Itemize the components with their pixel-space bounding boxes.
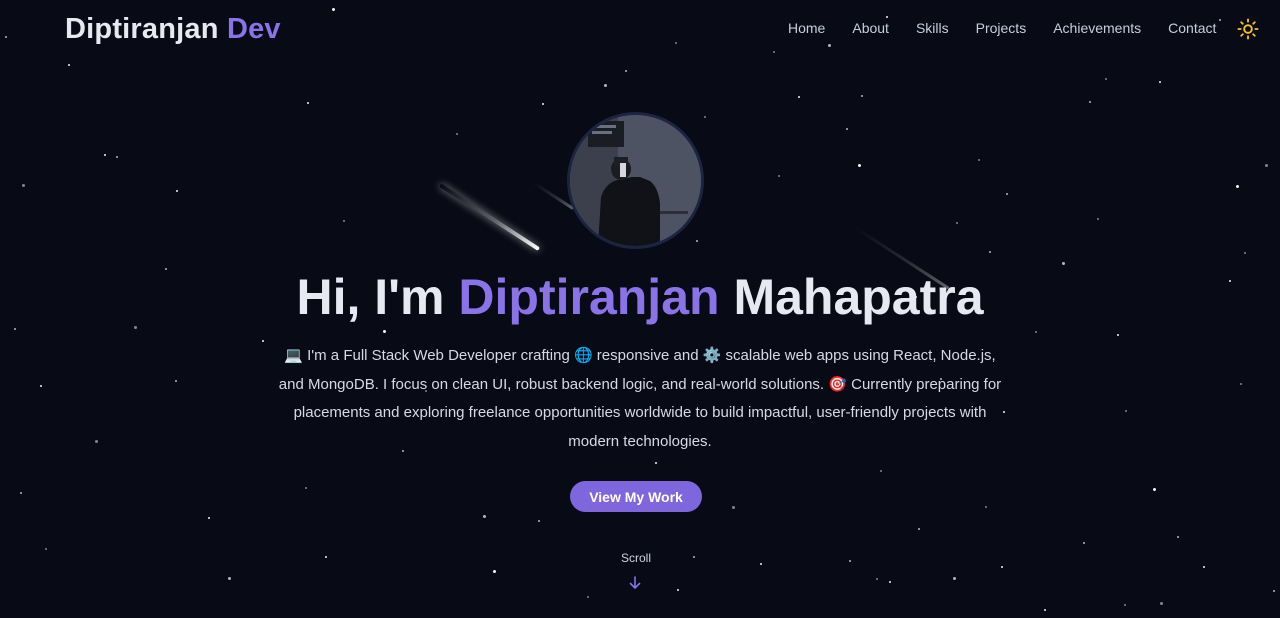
- nav-achievements[interactable]: Achievements: [1053, 20, 1141, 36]
- nav-projects[interactable]: Projects: [976, 20, 1027, 36]
- shooting-star: [438, 183, 541, 251]
- star: [228, 577, 231, 580]
- star: [325, 556, 327, 558]
- star: [175, 380, 177, 382]
- star: [760, 563, 762, 565]
- star: [655, 462, 657, 464]
- star: [176, 190, 178, 192]
- star: [95, 440, 98, 443]
- nav-about[interactable]: About: [852, 20, 889, 36]
- view-my-work-button[interactable]: View My Work: [570, 481, 702, 512]
- hero-title-first-name: Diptiranjan: [458, 269, 720, 325]
- star: [134, 326, 137, 329]
- star: [778, 175, 780, 177]
- star: [1001, 566, 1003, 568]
- star: [1265, 164, 1268, 167]
- star: [456, 133, 458, 135]
- star: [978, 159, 980, 161]
- star: [68, 64, 70, 66]
- star: [798, 96, 800, 98]
- nav-home[interactable]: Home: [788, 20, 825, 36]
- star: [305, 487, 307, 489]
- star: [880, 470, 882, 472]
- star: [849, 560, 851, 562]
- star: [704, 116, 706, 118]
- star: [1160, 602, 1163, 605]
- star: [625, 70, 627, 72]
- star: [538, 520, 540, 522]
- star: [861, 95, 863, 97]
- star: [1035, 331, 1037, 333]
- star: [1089, 101, 1091, 103]
- nav-skills[interactable]: Skills: [916, 20, 949, 36]
- star: [542, 103, 544, 105]
- star: [1097, 218, 1099, 220]
- star: [876, 578, 878, 580]
- star: [1083, 542, 1085, 544]
- star: [858, 164, 861, 167]
- star: [104, 154, 106, 156]
- star: [956, 222, 958, 224]
- site-header: Diptiranjan Dev Home About Skills Projec…: [0, 0, 1280, 62]
- star: [307, 102, 309, 104]
- star: [1153, 488, 1156, 491]
- profile-avatar: [567, 112, 704, 249]
- star: [1203, 566, 1205, 568]
- star: [1062, 262, 1065, 265]
- nav-contact[interactable]: Contact: [1168, 20, 1216, 36]
- star: [846, 128, 848, 130]
- logo-accent: Dev: [226, 13, 281, 45]
- star: [1159, 81, 1161, 83]
- hero-description: 💻 I'm a Full Stack Web Developer craftin…: [278, 347, 1002, 450]
- star: [1117, 334, 1119, 336]
- star: [493, 570, 496, 573]
- star: [343, 220, 345, 222]
- scroll-indicator[interactable]: Scroll: [600, 551, 672, 565]
- theme-toggle-button[interactable]: [1236, 17, 1260, 41]
- star: [918, 528, 920, 530]
- profile-photo: [570, 115, 701, 246]
- star: [604, 84, 607, 87]
- star: [677, 589, 679, 591]
- star: [1044, 609, 1046, 611]
- star: [208, 517, 210, 519]
- star: [40, 385, 42, 387]
- star: [1240, 383, 1242, 385]
- star: [262, 340, 264, 342]
- star: [483, 515, 486, 518]
- star: [1177, 536, 1179, 538]
- site-logo[interactable]: Diptiranjan Dev: [65, 13, 281, 46]
- star: [20, 492, 22, 494]
- star: [989, 251, 991, 253]
- star: [693, 556, 695, 558]
- star: [587, 596, 589, 598]
- star: [696, 240, 698, 242]
- star: [953, 577, 956, 580]
- star: [1244, 252, 1246, 254]
- star: [22, 184, 25, 187]
- star: [383, 330, 386, 333]
- star: [1105, 78, 1107, 80]
- star: [1273, 590, 1275, 592]
- sun-icon: [1237, 18, 1259, 40]
- logo-name: Diptiranjan: [65, 13, 219, 45]
- hero-title-prefix: Hi, I'm: [296, 269, 445, 325]
- hero-title-last-name: Mahapatra: [733, 269, 984, 325]
- star: [732, 506, 735, 509]
- star: [1125, 410, 1127, 412]
- star: [985, 506, 987, 508]
- hero-title: Hi, I'm Diptiranjan Mahapatra: [0, 268, 1280, 326]
- star: [1006, 193, 1008, 195]
- star: [45, 548, 47, 550]
- star: [1124, 604, 1126, 606]
- star: [14, 328, 16, 330]
- star: [116, 156, 118, 158]
- main-nav: Home About Skills Projects Achievements …: [788, 20, 1243, 36]
- star: [1236, 185, 1239, 188]
- arrow-down-icon: [629, 576, 641, 589]
- star: [889, 581, 891, 583]
